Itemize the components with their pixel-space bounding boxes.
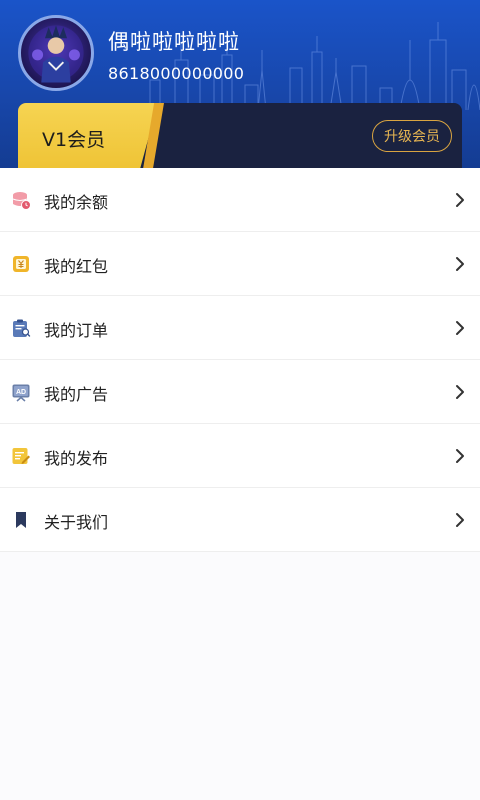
balance-icon (11, 190, 31, 210)
ad-icon: AD (11, 382, 31, 402)
avatar[interactable] (18, 15, 94, 91)
menu-item-about[interactable]: 关于我们 (0, 488, 480, 552)
menu-item-label: 我的发布 (44, 449, 109, 468)
menu-item-ads[interactable]: AD 我的广告 (0, 360, 480, 424)
chevron-right-icon (454, 190, 466, 210)
upgrade-membership-button[interactable]: 升级会员 (372, 120, 452, 152)
menu-item-balance[interactable]: 我的余额 (0, 168, 480, 232)
menu-item-red-packet[interactable]: 我的红包 (0, 232, 480, 296)
red-packet-icon (11, 254, 31, 274)
menu-item-publish[interactable]: 我的发布 (0, 424, 480, 488)
menu-item-orders[interactable]: 我的订单 (0, 296, 480, 360)
menu-item-label: 关于我们 (44, 513, 109, 532)
svg-text:AD: AD (16, 389, 26, 396)
menu-list: 我的余额 我的红包 我的订单 AD 我的广告 我的发布 关于我们 (0, 168, 480, 552)
menu-item-label: 我的广告 (44, 385, 109, 404)
chevron-right-icon (454, 318, 466, 338)
order-icon (11, 318, 31, 338)
menu-item-label: 我的红包 (44, 257, 109, 276)
chevron-right-icon (454, 382, 466, 402)
chevron-right-icon (454, 254, 466, 274)
bookmark-icon (11, 510, 31, 530)
menu-item-label: 我的订单 (44, 321, 109, 340)
membership-card: V1会员 升级会员 (18, 103, 462, 168)
membership-level: V1会员 (42, 129, 106, 151)
avatar-image (28, 25, 84, 83)
username: 偶啦啦啦啦啦 (108, 30, 240, 54)
phone-number: 8618000000000 (108, 64, 245, 83)
publish-icon (11, 446, 31, 466)
profile-header: 偶啦啦啦啦啦 8618000000000 V1会员 升级会员 (0, 0, 480, 168)
chevron-right-icon (454, 446, 466, 466)
menu-item-label: 我的余额 (44, 193, 109, 212)
chevron-right-icon (454, 510, 466, 530)
